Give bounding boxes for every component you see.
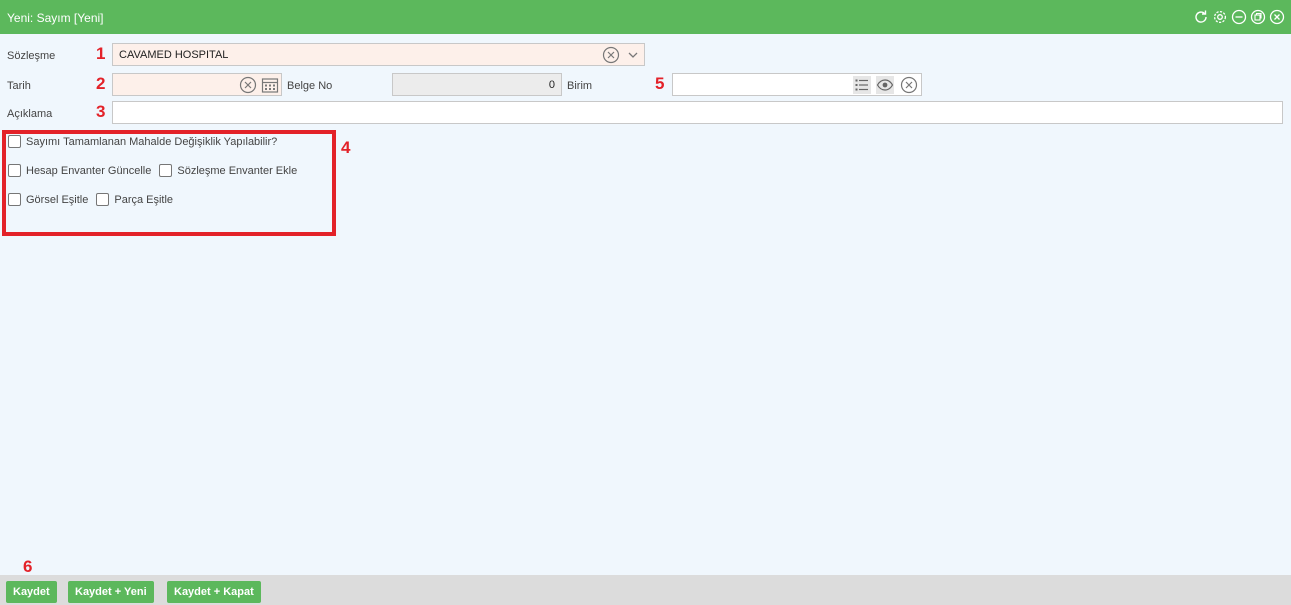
window-title: Yeni: Sayım [Yeni] bbox=[7, 11, 104, 25]
contract-select[interactable]: CAVAMED HOSPITAL bbox=[112, 43, 645, 66]
clear-unit-icon[interactable] bbox=[900, 76, 918, 94]
marker-2: 2 bbox=[96, 74, 106, 93]
contract-label: Sözleşme bbox=[7, 50, 56, 62]
match-part-label: Parça Eşitle bbox=[114, 193, 174, 206]
window-controls bbox=[1193, 9, 1285, 25]
save-button[interactable]: Kaydet bbox=[6, 581, 57, 603]
allow-change-label: Sayımı Tamamlanan Mahalde Değişiklik Yap… bbox=[26, 135, 278, 148]
clear-date-icon[interactable] bbox=[239, 76, 257, 94]
contract-value: CAVAMED HOSPITAL bbox=[119, 49, 229, 61]
doc-no-value: 0 bbox=[548, 79, 555, 91]
window-titlebar: Yeni: Sayım [Yeni] bbox=[0, 0, 1291, 34]
match-visual-checkbox[interactable] bbox=[8, 193, 21, 206]
calendar-icon[interactable] bbox=[261, 76, 279, 94]
update-account-inventory-label: Hesap Envanter Güncelle bbox=[26, 164, 152, 177]
description-input[interactable] bbox=[112, 101, 1283, 124]
chevron-down-icon[interactable] bbox=[624, 46, 642, 64]
description-label: Açıklama bbox=[7, 108, 53, 120]
marker-6: 6 bbox=[23, 557, 33, 576]
marker-1: 1 bbox=[96, 44, 106, 63]
add-contract-inventory-checkbox[interactable] bbox=[159, 164, 173, 177]
clear-contract-icon[interactable] bbox=[602, 46, 620, 64]
marker-4: 4 bbox=[341, 138, 351, 157]
gear-icon[interactable] bbox=[1212, 9, 1228, 25]
save-new-button[interactable]: Kaydet + Yeni bbox=[68, 581, 154, 603]
update-account-inventory-checkbox[interactable] bbox=[8, 164, 21, 177]
date-label: Tarih bbox=[7, 80, 31, 92]
eye-icon[interactable] bbox=[876, 76, 894, 94]
doc-no-label: Belge No bbox=[287, 80, 333, 92]
close-icon[interactable] bbox=[1269, 9, 1285, 25]
match-options-row: Görsel Eşitle Parça Eşitle bbox=[8, 193, 181, 206]
allow-change-row: Sayımı Tamamlanan Mahalde Değişiklik Yap… bbox=[8, 135, 285, 148]
date-field[interactable] bbox=[112, 73, 282, 96]
match-visual-label: Görsel Eşitle bbox=[26, 193, 89, 206]
unit-label: Birim bbox=[567, 80, 593, 92]
add-contract-inventory-label: Sözleşme Envanter Ekle bbox=[177, 164, 298, 177]
marker-3: 3 bbox=[96, 102, 106, 121]
marker-5: 5 bbox=[655, 74, 665, 93]
restore-icon[interactable] bbox=[1250, 9, 1266, 25]
minimize-icon[interactable] bbox=[1231, 9, 1247, 25]
inventory-options-row: Hesap Envanter Güncelle Sözleşme Envante… bbox=[8, 164, 305, 177]
match-part-checkbox[interactable] bbox=[96, 193, 110, 206]
save-close-button[interactable]: Kaydet + Kapat bbox=[167, 581, 261, 603]
allow-change-checkbox[interactable] bbox=[8, 135, 21, 148]
refresh-icon[interactable] bbox=[1193, 9, 1209, 25]
unit-field[interactable] bbox=[672, 73, 922, 96]
list-icon[interactable] bbox=[853, 76, 871, 94]
doc-no-field: 0 bbox=[392, 73, 562, 96]
